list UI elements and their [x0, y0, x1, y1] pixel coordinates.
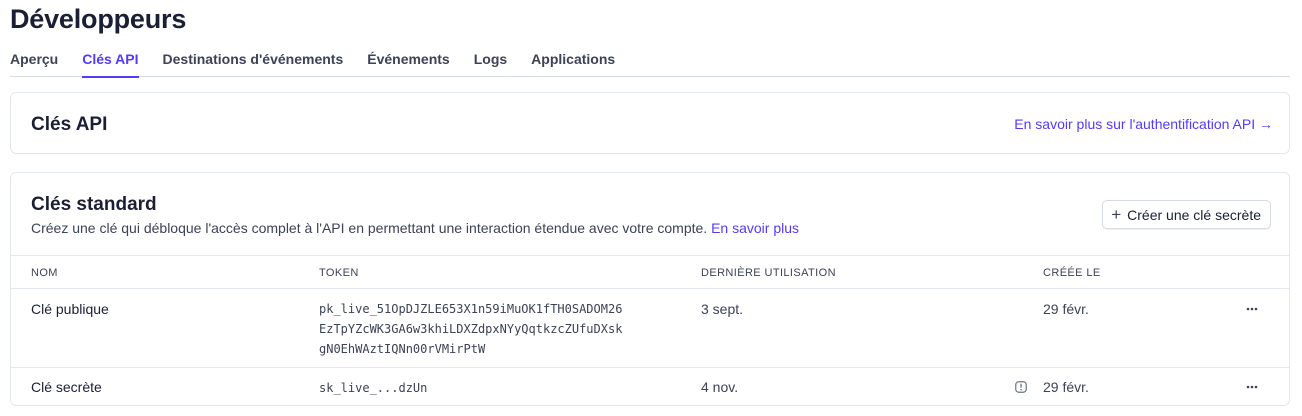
info-icon[interactable] — [1015, 380, 1027, 393]
more-horizontal-icon[interactable] — [1241, 379, 1263, 395]
token-line: pk_live_51OpDJZLE653X1n59iMuOK1fTH0SADOM… — [319, 302, 623, 316]
plus-icon: + — [1111, 205, 1122, 224]
table-header: NOM TOKEN DERNIÈRE UTILISATION CRÉÉE LE — [11, 255, 1289, 289]
key-name: Clé publique — [31, 301, 109, 317]
tab-api-keys[interactable]: Clés API — [82, 44, 139, 78]
column-created-header: CRÉÉE LE — [1043, 267, 1101, 279]
key-created: 29 févr. — [1043, 301, 1089, 317]
tab-applications[interactable]: Applications — [531, 44, 615, 77]
key-last-used: 4 nov. — [701, 379, 739, 395]
table-row: Clé publique pk_live_51OpDJZLE653X1n59iM… — [11, 289, 1289, 368]
api-keys-title: Clés API — [31, 114, 108, 135]
key-name: Clé secrète — [31, 379, 102, 395]
create-secret-key-label: Créer une clé secrète — [1127, 206, 1261, 223]
key-created: 29 févr. — [1043, 379, 1089, 395]
tab-events[interactable]: Événements — [367, 44, 449, 77]
standard-keys-card: Clés standard Créez une clé qui débloque… — [10, 172, 1290, 406]
tab-event-destinations[interactable]: Destinations d'événements — [163, 44, 344, 77]
learn-more-link[interactable]: En savoir plus — [711, 220, 799, 236]
token-line: EzTpYZcWK3GA6w3khiLDXZdpxNYyQqtkzcZUfuDX… — [319, 322, 623, 336]
column-last-used-header: DERNIÈRE UTILISATION — [701, 267, 836, 279]
api-keys-header-card: Clés API En savoir plus sur l'authentifi… — [10, 92, 1290, 154]
key-last-used: 3 sept. — [701, 301, 744, 317]
token-line: gN0EhWAztIQNn00rVMirPtW — [319, 342, 486, 356]
learn-auth-link[interactable]: En savoir plus sur l'authentification AP… — [1014, 116, 1273, 132]
column-name-header: NOM — [31, 267, 58, 279]
column-token-header: TOKEN — [319, 267, 359, 279]
tab-apercu[interactable]: Aperçu — [10, 44, 58, 77]
key-token[interactable]: sk_live_...dzUn — [319, 378, 427, 398]
create-secret-key-button[interactable]: + Créer une clé secrète — [1102, 200, 1271, 229]
standard-keys-description: Créez une clé qui débloque l'accès compl… — [31, 220, 799, 236]
more-horizontal-icon[interactable] — [1241, 301, 1263, 317]
description-text: Créez une clé qui débloque l'accès compl… — [31, 220, 708, 236]
tab-bar: Aperçu Clés API Destinations d'événement… — [10, 44, 1290, 78]
key-token[interactable]: pk_live_51OpDJZLE653X1n59iMuOK1fTH0SADOM… — [319, 299, 622, 359]
standard-keys-title: Clés standard — [31, 194, 157, 215]
page-title: Développeurs — [10, 4, 187, 34]
tab-logs[interactable]: Logs — [474, 44, 507, 77]
table-row: Clé secrète sk_live_...dzUn 4 nov. 29 fé… — [11, 368, 1289, 406]
